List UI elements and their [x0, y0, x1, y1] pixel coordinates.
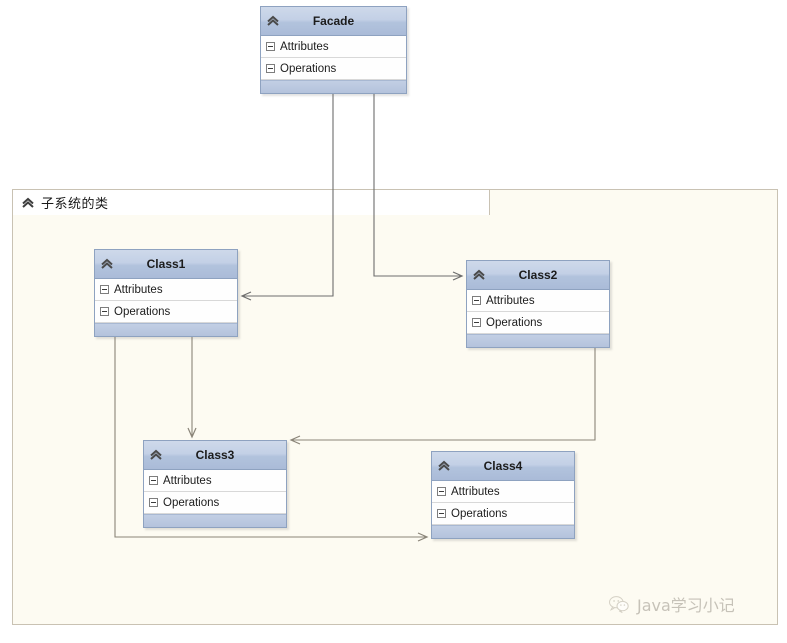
- class-title: Facade: [312, 14, 355, 28]
- chevron-up-double-icon: [438, 460, 450, 471]
- compartment-label: Attributes: [114, 283, 163, 296]
- collapse-icon[interactable]: [472, 318, 481, 327]
- class-box-class2[interactable]: Class2 Attributes Operations: [466, 260, 610, 348]
- collapse-icon[interactable]: [266, 64, 275, 73]
- compartment-label: Operations: [486, 316, 543, 329]
- chevron-up-double-icon: [22, 197, 34, 208]
- class-box-class4[interactable]: Class4 Attributes Operations: [431, 451, 575, 539]
- class-compartment-attributes[interactable]: Attributes: [261, 36, 406, 58]
- class-compartment-attributes[interactable]: Attributes: [95, 279, 237, 301]
- collapse-icon[interactable]: [472, 296, 481, 305]
- collapse-icon[interactable]: [100, 307, 109, 316]
- compartment-label: Attributes: [280, 40, 329, 53]
- diagram-canvas: 子系统的类 Facade Attributes Operations Class…: [0, 0, 787, 643]
- collapse-icon[interactable]: [100, 285, 109, 294]
- chevron-up-double-icon: [267, 15, 279, 26]
- class-header: Class2: [467, 261, 609, 290]
- class-header: Class1: [95, 250, 237, 279]
- collapse-icon[interactable]: [149, 476, 158, 485]
- class-footer: [95, 323, 237, 336]
- chevron-up-double-icon: [473, 269, 485, 280]
- class-footer: [261, 80, 406, 93]
- compartment-label: Operations: [280, 62, 337, 75]
- class-header: Class3: [144, 441, 286, 470]
- chevron-up-double-icon: [101, 258, 113, 269]
- class-box-class3[interactable]: Class3 Attributes Operations: [143, 440, 287, 528]
- package-tab[interactable]: 子系统的类: [12, 189, 490, 215]
- class-header: Class4: [432, 452, 574, 481]
- compartment-label: Operations: [451, 507, 508, 520]
- class-compartment-operations[interactable]: Operations: [432, 503, 574, 525]
- collapse-icon[interactable]: [149, 498, 158, 507]
- class-footer: [144, 514, 286, 527]
- class-compartment-attributes[interactable]: Attributes: [144, 470, 286, 492]
- class-compartment-attributes[interactable]: Attributes: [432, 481, 574, 503]
- class-compartment-operations[interactable]: Operations: [144, 492, 286, 514]
- collapse-icon[interactable]: [437, 509, 446, 518]
- compartment-label: Attributes: [486, 294, 535, 307]
- class-compartment-operations[interactable]: Operations: [467, 312, 609, 334]
- collapse-icon[interactable]: [437, 487, 446, 496]
- wechat-icon: [609, 596, 629, 613]
- class-box-facade[interactable]: Facade Attributes Operations: [260, 6, 407, 94]
- class-title: Class3: [195, 448, 235, 462]
- class-box-class1[interactable]: Class1 Attributes Operations: [94, 249, 238, 337]
- compartment-label: Operations: [114, 305, 171, 318]
- class-title: Class2: [518, 268, 558, 282]
- watermark-text: Java学习小记: [637, 596, 735, 615]
- compartment-label: Attributes: [163, 474, 212, 487]
- class-header: Facade: [261, 7, 406, 36]
- chevron-up-double-icon: [150, 449, 162, 460]
- class-compartment-operations[interactable]: Operations: [261, 58, 406, 80]
- collapse-icon[interactable]: [266, 42, 275, 51]
- package-tab-label: 子系统的类: [41, 197, 109, 212]
- compartment-label: Attributes: [451, 485, 500, 498]
- class-title: Class1: [146, 257, 186, 271]
- compartment-label: Operations: [163, 496, 220, 509]
- class-compartment-attributes[interactable]: Attributes: [467, 290, 609, 312]
- class-compartment-operations[interactable]: Operations: [95, 301, 237, 323]
- class-title: Class4: [483, 459, 523, 473]
- class-footer: [432, 525, 574, 538]
- class-footer: [467, 334, 609, 347]
- watermark: Java学习小记: [608, 592, 735, 616]
